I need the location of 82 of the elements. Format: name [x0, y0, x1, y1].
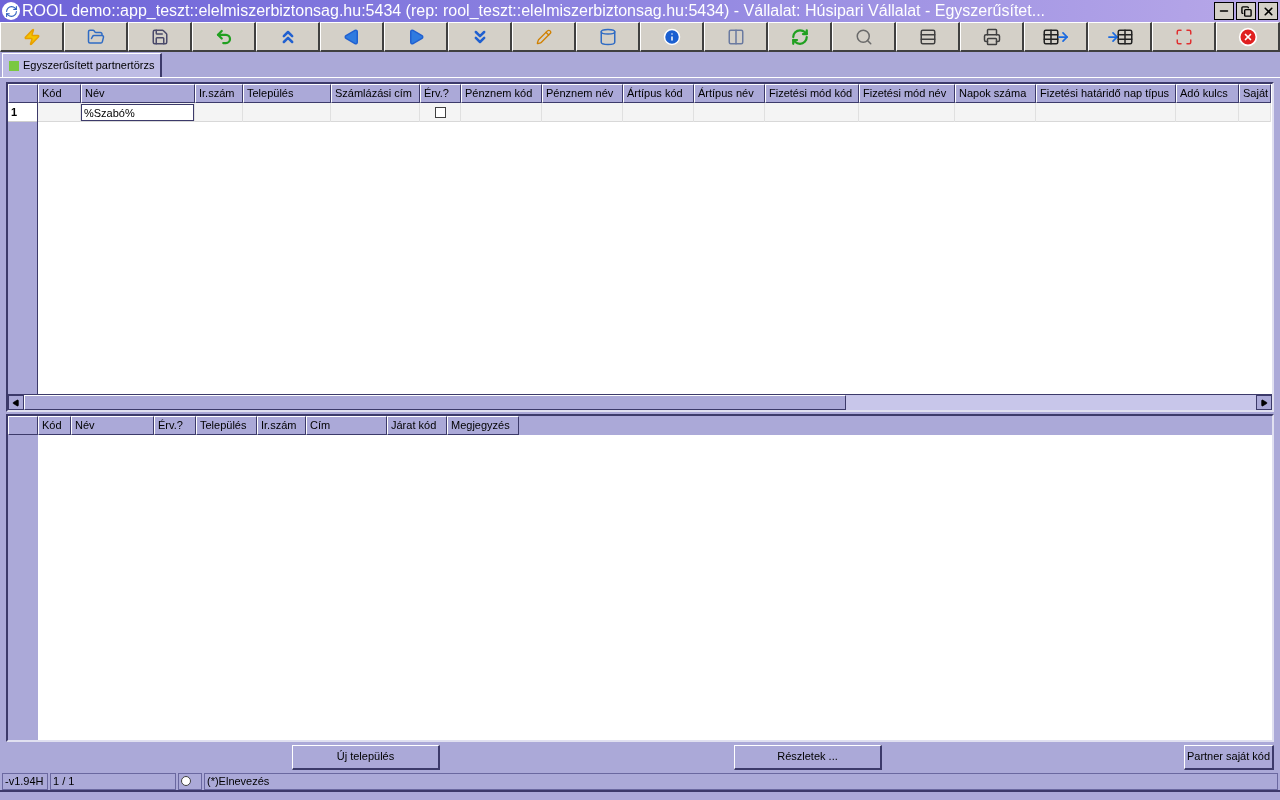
printer-icon: [982, 27, 1001, 46]
pencil-icon: [535, 28, 552, 45]
maximize-icon: [1174, 27, 1193, 46]
toolbar-button[interactable]: [384, 22, 448, 52]
column-header[interactable]: Napok száma: [955, 84, 1036, 103]
row-number: 1: [8, 103, 37, 122]
minimize-button[interactable]: [1214, 2, 1234, 20]
column-header[interactable]: Pénznem név: [542, 84, 623, 103]
scroll-right-icon[interactable]: [1256, 395, 1272, 410]
search-icon: [854, 27, 873, 46]
app-icon: [2, 2, 20, 20]
toolbar-button[interactable]: [1024, 22, 1088, 52]
action-button[interactable]: Részletek ...: [734, 744, 882, 770]
column-header[interactable]: Érv.?: [154, 416, 196, 435]
column-header[interactable]: Név: [71, 416, 154, 435]
checkbox[interactable]: [434, 107, 446, 118]
scrollbar-thumb[interactable]: [24, 395, 846, 410]
toolbar-button[interactable]: [128, 22, 192, 52]
toolbar-button[interactable]: [0, 22, 64, 52]
column-header[interactable]: Fizetési határidő nap típus: [1036, 84, 1176, 103]
toolbar-button[interactable]: [640, 22, 704, 52]
table-arrow-icon: [1041, 27, 1070, 46]
info-icon: [662, 27, 681, 46]
toolbar-button[interactable]: [960, 22, 1024, 52]
restore-icon: [1240, 5, 1252, 17]
column-header[interactable]: Járat kód: [387, 416, 447, 435]
toolbar-button[interactable]: [448, 22, 512, 52]
toolbar-button[interactable]: [576, 22, 640, 52]
column-header[interactable]: Ártípus név: [694, 84, 765, 103]
scroll-left-icon[interactable]: [8, 395, 24, 410]
column-header[interactable]: Ártípus kód: [623, 84, 694, 103]
close-icon: [1237, 26, 1258, 47]
version-label: -v1.94H: [2, 772, 48, 790]
window-title: ROOL demo::app_teszt::elelmiszerbiztonsag.hu:5434 (rep: rool_teszt::elelmiszerbiztonsag.hu:5434) - Vállalat: Húsipari Vállalat - Egyszerűsítet...: [22, 1, 1046, 21]
horizontal-scrollbar[interactable]: [8, 394, 1272, 410]
toolbar-button[interactable]: [64, 22, 128, 52]
close-icon: [1261, 4, 1275, 18]
column-header[interactable]: Település: [243, 84, 331, 103]
toolbar-button[interactable]: [512, 22, 576, 52]
action-button[interactable]: Új település: [292, 744, 440, 770]
toolbar-button[interactable]: [1152, 22, 1216, 52]
column-header[interactable]: Kód: [38, 416, 71, 435]
column-header[interactable]: Érv.?: [420, 84, 461, 103]
column-header[interactable]: Ir.szám: [195, 84, 243, 103]
cylinder-icon: [598, 27, 617, 46]
record-counter: 1 / 1: [50, 772, 176, 790]
column-header[interactable]: Név: [81, 84, 195, 103]
column-header[interactable]: Fizetési mód név: [859, 84, 955, 103]
column-header[interactable]: Pénznem kód: [461, 84, 542, 103]
toolbar-button[interactable]: [832, 22, 896, 52]
status-text: (*)Elnevezés: [204, 772, 1278, 790]
refresh-icon: [790, 27, 809, 46]
column-header[interactable]: Fizetési mód kód: [765, 84, 859, 103]
toolbar-button[interactable]: [1216, 22, 1280, 52]
columns-icon: [726, 27, 745, 46]
column-header[interactable]: Számlázási cím: [331, 84, 420, 103]
column-header[interactable]: Adó kulcs: [1176, 84, 1239, 103]
column-header[interactable]: Település: [196, 416, 257, 435]
toolbar-button[interactable]: [256, 22, 320, 52]
column-header[interactable]: Saját: [1239, 84, 1271, 103]
rows-icon: [918, 27, 937, 46]
toolbar-button[interactable]: [896, 22, 960, 52]
column-header[interactable]: Cím: [306, 416, 387, 435]
toolbar-button[interactable]: [192, 22, 256, 52]
save-icon: [150, 27, 169, 46]
undo-icon: [214, 27, 233, 46]
toolbar-button[interactable]: [1088, 22, 1152, 52]
column-header[interactable]: Ir.szám: [257, 416, 306, 435]
previous-icon: [342, 27, 361, 46]
toolbar-button[interactable]: [768, 22, 832, 52]
toolbar-button[interactable]: [320, 22, 384, 52]
name-filter-field[interactable]: %Szabó%: [81, 104, 194, 121]
column-header[interactable]: Kód: [38, 84, 81, 103]
restore-button[interactable]: [1236, 2, 1256, 20]
tab[interactable]: Egyszerűsített partnertörzs: [2, 53, 163, 77]
close-button[interactable]: [1258, 2, 1278, 20]
action-button[interactable]: Partner saját kód: [1184, 744, 1274, 770]
radio-icon: [181, 776, 191, 786]
lightning-icon: [22, 27, 41, 46]
column-header[interactable]: Megjegyzés: [447, 416, 519, 435]
toolbar-button[interactable]: [704, 22, 768, 52]
folder-icon: [86, 27, 105, 46]
